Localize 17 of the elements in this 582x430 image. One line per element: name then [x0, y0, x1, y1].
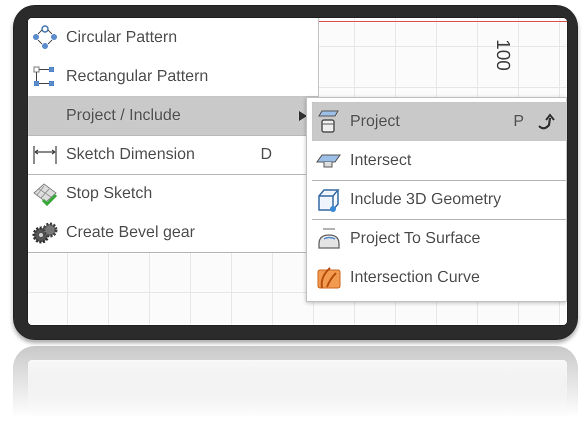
menu-item[interactable]: Rectangular Pattern: [28, 57, 318, 96]
gear-icon: [32, 220, 58, 246]
cube-icon: [316, 187, 342, 213]
menu-item[interactable]: Project / Include: [28, 96, 318, 135]
menu-item[interactable]: Include 3D Geometry: [312, 180, 566, 219]
submenu-arrow-icon: [298, 110, 308, 122]
menu-item[interactable]: Circular Pattern: [28, 18, 318, 57]
intersection-curve-icon: [316, 265, 342, 291]
ruler-label: 100: [490, 39, 513, 71]
circular-pattern-icon: [32, 25, 58, 51]
menu-item[interactable]: Intersection Curve: [312, 258, 566, 297]
stop-sketch-icon: [32, 181, 58, 207]
shortcut-key: D: [260, 146, 272, 164]
menu-item[interactable]: Project P: [312, 102, 566, 141]
shortcut-key: P: [513, 113, 524, 131]
curved-arrow-icon: [536, 112, 556, 132]
menu-item[interactable]: Project To Surface: [312, 219, 566, 258]
